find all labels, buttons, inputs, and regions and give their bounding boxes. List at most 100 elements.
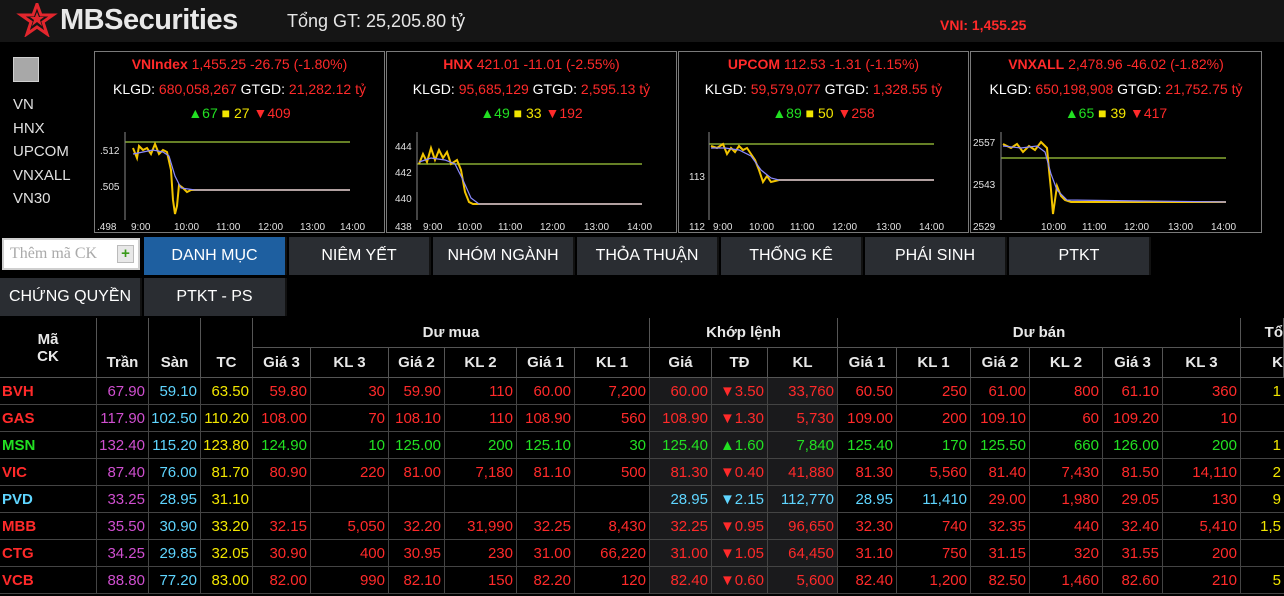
bid-volume: 110 bbox=[445, 405, 517, 432]
index-toggle-checkbox[interactable] bbox=[13, 57, 39, 82]
ask-volume: 440 bbox=[1030, 513, 1103, 540]
ask-price: 109.10 bbox=[971, 405, 1030, 432]
x-tick-label: 13:00 bbox=[876, 222, 901, 233]
brand-logo[interactable]: MBSecurities bbox=[16, 2, 238, 38]
bid-volume: 400 bbox=[311, 540, 389, 567]
tab-thoa-thuan[interactable]: THỎA THUẬN bbox=[577, 237, 719, 275]
index-item-hnx[interactable]: HNX bbox=[13, 117, 71, 141]
reference-price: 33.20 bbox=[201, 513, 253, 540]
ceiling-price: 35.50 bbox=[97, 513, 149, 540]
tab-nhom-nganh[interactable]: NHÓM NGÀNH bbox=[433, 237, 575, 275]
ask-price: 32.35 bbox=[971, 513, 1030, 540]
y-tick-label: 438 bbox=[395, 222, 412, 233]
bid-volume: 150 bbox=[445, 567, 517, 594]
ask-volume: 60 bbox=[1030, 405, 1103, 432]
ask-price: 125.40 bbox=[838, 432, 897, 459]
ceiling-price: 67.90 bbox=[97, 378, 149, 405]
ask-price: 31.15 bbox=[971, 540, 1030, 567]
stock-code[interactable]: GAS bbox=[0, 405, 97, 432]
header-col: TĐ bbox=[712, 348, 768, 378]
bid-volume: 560 bbox=[575, 405, 650, 432]
ask-price: 32.40 bbox=[1103, 513, 1163, 540]
ask-price: 82.60 bbox=[1103, 567, 1163, 594]
stock-code[interactable]: VIC bbox=[0, 459, 97, 486]
stock-code[interactable]: BVH bbox=[0, 378, 97, 405]
match-change: ▲1.60 bbox=[712, 432, 768, 459]
header-col: Giá 3 bbox=[1103, 348, 1163, 378]
ask-price: 61.00 bbox=[971, 378, 1030, 405]
index-item-vn[interactable]: VN bbox=[13, 93, 71, 117]
bid-volume: 30 bbox=[575, 432, 650, 459]
stock-code[interactable]: MBB bbox=[0, 513, 97, 540]
header-col: KL 3 bbox=[1163, 348, 1241, 378]
index-item-upcom[interactable]: UPCOM bbox=[13, 140, 71, 164]
bid-volume: 5,050 bbox=[311, 513, 389, 540]
header-col: KL 1 bbox=[575, 348, 650, 378]
panel-breadth: ▲89 ■ 50 ▼258 bbox=[772, 105, 875, 121]
intraday-chart: 113 112 9:00 10:00 11:00 12:00 13:00 14:… bbox=[689, 132, 944, 233]
bid-volume: 10 bbox=[311, 432, 389, 459]
match-volume: 5,730 bbox=[768, 405, 838, 432]
x-tick-label: 12:00 bbox=[540, 222, 565, 233]
x-tick-label: 13:00 bbox=[1168, 222, 1193, 233]
stock-code[interactable]: MSN bbox=[0, 432, 97, 459]
y-tick-label: 442 bbox=[395, 168, 412, 179]
index-item-vnxall[interactable]: VNXALL bbox=[13, 164, 71, 188]
add-icon[interactable]: + bbox=[117, 245, 134, 263]
stock-code[interactable]: CTG bbox=[0, 540, 97, 567]
tab-ptkt-ps[interactable]: PTKT - PS bbox=[144, 278, 287, 316]
index-panel-vnxall[interactable]: VNXALL 2,478.96 -46.02 (-1.82%) KLGD: 65… bbox=[970, 51, 1262, 233]
total-volume: 9 bbox=[1241, 486, 1284, 513]
match-price: 82.40 bbox=[650, 567, 712, 594]
ask-volume: 320 bbox=[1030, 540, 1103, 567]
y-tick-label: 2543 bbox=[973, 180, 996, 191]
ask-volume: 250 bbox=[897, 378, 971, 405]
floor-price: 115.20 bbox=[149, 432, 201, 459]
tab-danh-muc[interactable]: DANH MỤC bbox=[144, 237, 287, 275]
index-panel-hnx[interactable]: HNX 421.01 -11.01 (-2.55%) KLGD: 95,685,… bbox=[386, 51, 677, 233]
ask-volume: 14,110 bbox=[1163, 459, 1241, 486]
x-tick-label: 9:00 bbox=[131, 222, 151, 233]
header-ceiling: Trần bbox=[97, 318, 149, 378]
bid-volume: 30 bbox=[311, 378, 389, 405]
x-tick-label: 14:00 bbox=[627, 222, 652, 233]
add-symbol-box: + bbox=[2, 238, 140, 270]
bid-price: 59.80 bbox=[253, 378, 311, 405]
y-tick-label: .498 bbox=[97, 222, 117, 233]
tab-phai-sinh[interactable]: PHÁI SINH bbox=[865, 237, 1007, 275]
index-item-vn30[interactable]: VN30 bbox=[13, 187, 71, 211]
bid-price bbox=[253, 486, 311, 513]
index-panel-upcom[interactable]: UPCOM 112.53 -1.31 (-1.15%) KLGD: 59,579… bbox=[678, 51, 969, 233]
bid-price: 108.90 bbox=[517, 405, 575, 432]
bid-price: 82.10 bbox=[389, 567, 445, 594]
ask-price: 61.10 bbox=[1103, 378, 1163, 405]
floor-price: 30.90 bbox=[149, 513, 201, 540]
tab-niem-yet[interactable]: NIÊM YẾT bbox=[289, 237, 431, 275]
ask-price: 29.00 bbox=[971, 486, 1030, 513]
ask-price: 81.40 bbox=[971, 459, 1030, 486]
x-tick-label: 9:00 bbox=[713, 222, 733, 233]
header-col: KL 2 bbox=[1030, 348, 1103, 378]
ask-volume: 750 bbox=[897, 540, 971, 567]
header-col: Giá 1 bbox=[838, 348, 897, 378]
tab-chung-quyen[interactable]: CHỨNG QUYỀN bbox=[0, 278, 142, 316]
header-group-match: Khớp lệnh bbox=[650, 318, 838, 348]
bid-price bbox=[389, 486, 445, 513]
header-col: KL 3 bbox=[311, 348, 389, 378]
tab-ptkt[interactable]: PTKT bbox=[1009, 237, 1151, 275]
ask-volume: 10 bbox=[1163, 405, 1241, 432]
y-tick-label: 444 bbox=[395, 142, 412, 153]
ask-price: 109.00 bbox=[838, 405, 897, 432]
index-panel-vnindex[interactable]: VNIndex 1,455.25 -26.75 (-1.80%) KLGD: 6… bbox=[94, 51, 385, 233]
tab-thong-ke[interactable]: THỐNG KÊ bbox=[721, 237, 863, 275]
add-symbol-input[interactable] bbox=[10, 244, 110, 264]
ask-volume: 1,980 bbox=[1030, 486, 1103, 513]
x-tick-label: 14:00 bbox=[1211, 222, 1236, 233]
ask-volume: 200 bbox=[897, 405, 971, 432]
bid-volume: 500 bbox=[575, 459, 650, 486]
x-tick-label: 12:00 bbox=[832, 222, 857, 233]
bid-volume: 120 bbox=[575, 567, 650, 594]
match-change: ▼0.60 bbox=[712, 567, 768, 594]
stock-code[interactable]: PVD bbox=[0, 486, 97, 513]
stock-code[interactable]: VCB bbox=[0, 567, 97, 594]
